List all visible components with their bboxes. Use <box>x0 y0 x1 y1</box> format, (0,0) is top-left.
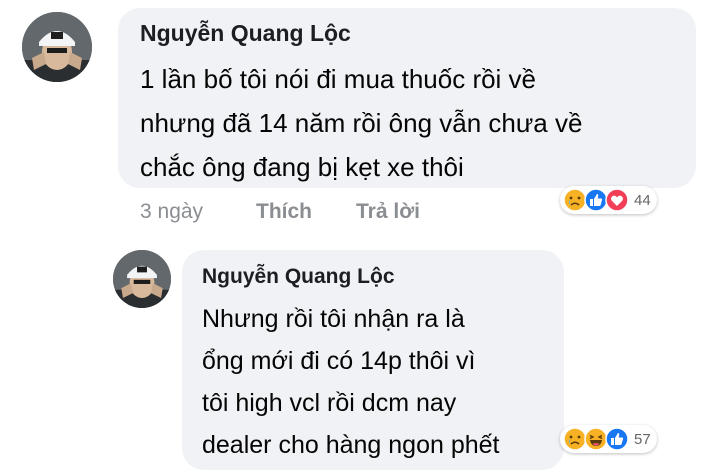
reply-button[interactable]: Trả lời <box>356 200 420 224</box>
comment-timestamp[interactable]: 3 ngày <box>140 200 203 224</box>
comment-text: 1 lần bố tôi nói đi mua thuốc rồi về như… <box>140 64 583 182</box>
comment-text: Nhưng rồi tôi nhận ra là ổng mới đi có 1… <box>202 305 500 459</box>
avatar[interactable] <box>22 12 92 82</box>
comment-author[interactable]: Nguyễn Quang Lộc <box>140 20 351 47</box>
avatar-image <box>22 12 92 82</box>
love-reaction-icon <box>605 188 629 212</box>
like-button[interactable]: Thích <box>256 200 312 224</box>
like-reaction-icon <box>605 427 629 451</box>
reaction-count: 57 <box>634 430 651 448</box>
reaction-summary[interactable]: 44 <box>560 186 657 214</box>
comment-author[interactable]: Nguyễn Quang Lộc <box>202 265 395 289</box>
avatar-image <box>113 250 171 308</box>
reaction-count: 44 <box>634 191 651 209</box>
reaction-summary[interactable]: 57 <box>560 425 657 453</box>
avatar[interactable] <box>113 250 171 308</box>
